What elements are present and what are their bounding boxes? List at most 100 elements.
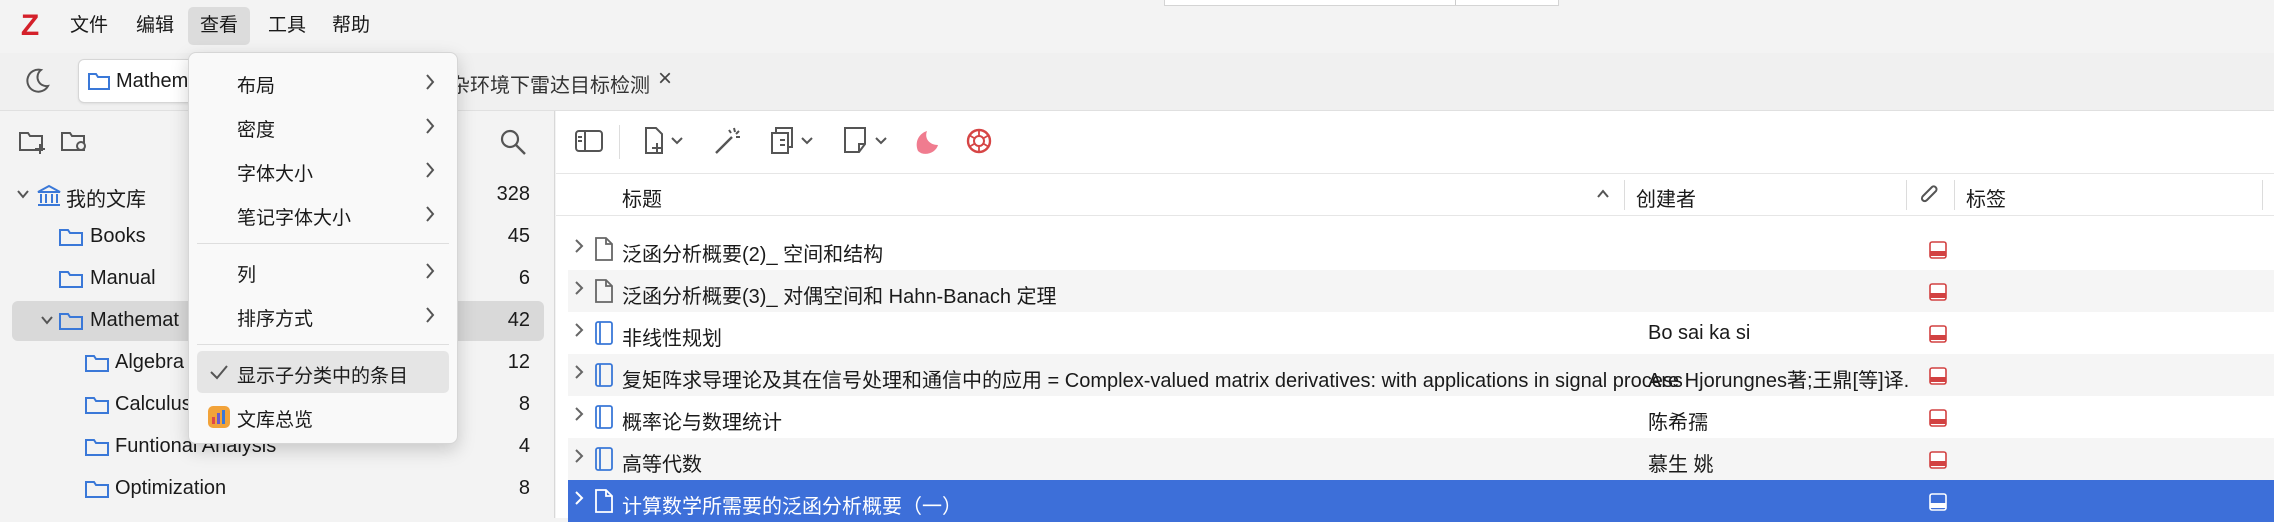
table-row[interactable]: 概率论与数理统计 陈希孺 — [568, 396, 2274, 438]
chevron-right-icon[interactable] — [574, 280, 584, 296]
pdf-icon[interactable] — [1929, 325, 1947, 343]
menu-separator — [197, 243, 449, 244]
item-creator: 陈希孺 — [1648, 412, 1708, 434]
menu-item-label: 字体大小 — [237, 164, 314, 185]
menu-item-columns[interactable]: 列 — [197, 250, 449, 292]
chevron-right-icon[interactable] — [574, 406, 584, 422]
sidebar-item-label: Calculus — [115, 393, 192, 415]
tab-library[interactable]: Mathem — [78, 59, 200, 103]
folder-icon — [84, 352, 110, 374]
magic-wand-icon[interactable] — [712, 125, 744, 157]
pdf-icon[interactable] — [1929, 283, 1947, 301]
new-saved-search-icon[interactable] — [60, 128, 90, 156]
items-pane: 标题 创建者 标签 泛函分析概要(2)_ 空间和结构 泛函分析概要(3)_ 对偶… — [556, 111, 2274, 522]
chevron-right-icon[interactable] — [574, 490, 584, 506]
column-creator[interactable]: 创建者 — [1636, 183, 1696, 212]
column-separator[interactable] — [1624, 180, 1625, 210]
menu-item-label: 文库总览 — [237, 410, 314, 431]
table-row[interactable]: 复矩阵求导理论及其在信号处理和通信中的应用 = Complex-valued m… — [568, 354, 2274, 396]
chevron-down-icon[interactable] — [40, 315, 54, 325]
table-row[interactable]: 泛函分析概要(2)_ 空间和结构 — [568, 228, 2274, 270]
menu-edit[interactable]: 编辑 — [124, 7, 186, 45]
moon-icon[interactable] — [22, 66, 52, 96]
chevron-right-icon[interactable] — [574, 364, 584, 380]
chevron-right-icon[interactable] — [574, 238, 584, 254]
menu-item-density[interactable]: 密度 — [197, 105, 449, 147]
chevron-right-icon — [425, 161, 435, 179]
document-icon — [594, 279, 614, 303]
pink-plugin-icon[interactable] — [912, 127, 942, 157]
menu-view[interactable]: 查看 — [188, 7, 251, 45]
document-icon — [594, 489, 614, 513]
separator — [619, 125, 620, 159]
column-title[interactable]: 标题 — [622, 183, 662, 212]
item-count: 4 — [518, 435, 530, 457]
menu-tools[interactable]: 工具 — [256, 7, 318, 45]
chatgpt-icon[interactable] — [964, 126, 994, 156]
pdf-icon[interactable] — [1929, 409, 1947, 427]
column-separator[interactable] — [1954, 180, 1955, 210]
book-icon — [594, 405, 614, 429]
checkmark-icon — [209, 363, 229, 381]
pdf-icon[interactable] — [1929, 367, 1947, 385]
sidebar-item-label: Algebra — [115, 351, 184, 373]
pdf-icon[interactable] — [1929, 241, 1947, 259]
chevron-right-icon[interactable] — [574, 322, 584, 338]
item-creator: 慕生 姚 — [1648, 454, 1714, 476]
menu-item-note-font-size[interactable]: 笔记字体大小 — [197, 193, 449, 235]
item-count: 45 — [507, 225, 530, 247]
item-creator: Are Hjorungnes著;王鼎[等]译. — [1648, 370, 1910, 392]
new-item-icon[interactable] — [642, 126, 686, 156]
menu-help[interactable]: 帮助 — [320, 7, 382, 45]
item-count: 328 — [496, 183, 530, 205]
book-icon — [594, 447, 614, 471]
sidebar-item-label: Optimization — [115, 477, 227, 499]
pdf-icon[interactable] — [1929, 493, 1947, 511]
table-row-selected[interactable]: 计算数学所需要的泛函分析概要（一） — [568, 480, 2274, 522]
toggle-sidebar-icon[interactable] — [574, 128, 604, 154]
tab-document-label[interactable]: 杂环境下雷达目标检测 — [450, 69, 650, 98]
folder-icon — [84, 394, 110, 416]
chevron-right-icon[interactable] — [574, 448, 584, 464]
menu-item-label: 列 — [237, 265, 257, 286]
folder-icon — [87, 70, 111, 92]
sidebar-item-optimization[interactable]: Optimization 8 — [12, 469, 544, 509]
pdf-icon[interactable] — [1929, 451, 1947, 469]
menu-item-library-overview[interactable]: 文库总览 — [197, 395, 449, 437]
sort-ascending-icon[interactable] — [1596, 189, 1610, 199]
column-separator[interactable] — [2262, 180, 2263, 210]
close-icon[interactable]: × — [658, 65, 672, 93]
item-title: 泛函分析概要(3)_ 对偶空间和 Hahn-Banach 定理 — [622, 286, 1057, 308]
table-row[interactable]: 非线性规划 Bo sai ka si — [568, 312, 2274, 354]
item-title: 计算数学所需要的泛函分析概要（一） — [622, 496, 962, 518]
menu-file[interactable]: 文件 — [58, 7, 120, 45]
menu-item-label: 笔记字体大小 — [237, 208, 352, 229]
table-row[interactable]: 高等代数 慕生 姚 — [568, 438, 2274, 480]
zotero-logo: Z — [20, 9, 40, 42]
search-icon[interactable] — [498, 127, 528, 157]
sidebar-item-label: Manual — [90, 267, 156, 289]
column-tags[interactable]: 标签 — [1966, 183, 2006, 212]
sidebar-item-label: Books — [90, 225, 146, 247]
new-collection-icon[interactable] — [18, 128, 48, 156]
new-note-icon[interactable] — [842, 125, 892, 157]
book-icon — [594, 363, 614, 387]
item-title: 复矩阵求导理论及其在信号处理和通信中的应用 = Complex-valued m… — [622, 370, 1682, 392]
menu-item-layout[interactable]: 布局 — [197, 61, 449, 103]
table-row[interactable]: 泛函分析概要(3)_ 对偶空间和 Hahn-Banach 定理 — [568, 270, 2274, 312]
item-count: 12 — [507, 351, 530, 373]
chevron-right-icon — [425, 306, 435, 324]
menu-item-label: 显示子分类中的条目 — [237, 366, 409, 387]
menu-item-font-size[interactable]: 字体大小 — [197, 149, 449, 191]
add-attachment-icon[interactable] — [766, 125, 816, 157]
item-title: 泛函分析概要(2)_ 空间和结构 — [622, 244, 884, 266]
chevron-down-icon[interactable] — [16, 189, 30, 199]
menu-item-sort-by[interactable]: 排序方式 — [197, 294, 449, 336]
item-count: 42 — [507, 309, 530, 331]
menu-item-show-subcollection-items[interactable]: 显示子分类中的条目 — [197, 351, 449, 393]
sidebar-item-label: Mathemat — [90, 309, 179, 331]
chevron-right-icon — [425, 262, 435, 280]
column-separator[interactable] — [1906, 180, 1907, 210]
view-menu-dropdown: 布局 密度 字体大小 笔记字体大小 列 排序方式 显示子分类中的条目 文库总览 — [188, 52, 458, 444]
attachment-column-icon[interactable] — [1918, 183, 1942, 209]
